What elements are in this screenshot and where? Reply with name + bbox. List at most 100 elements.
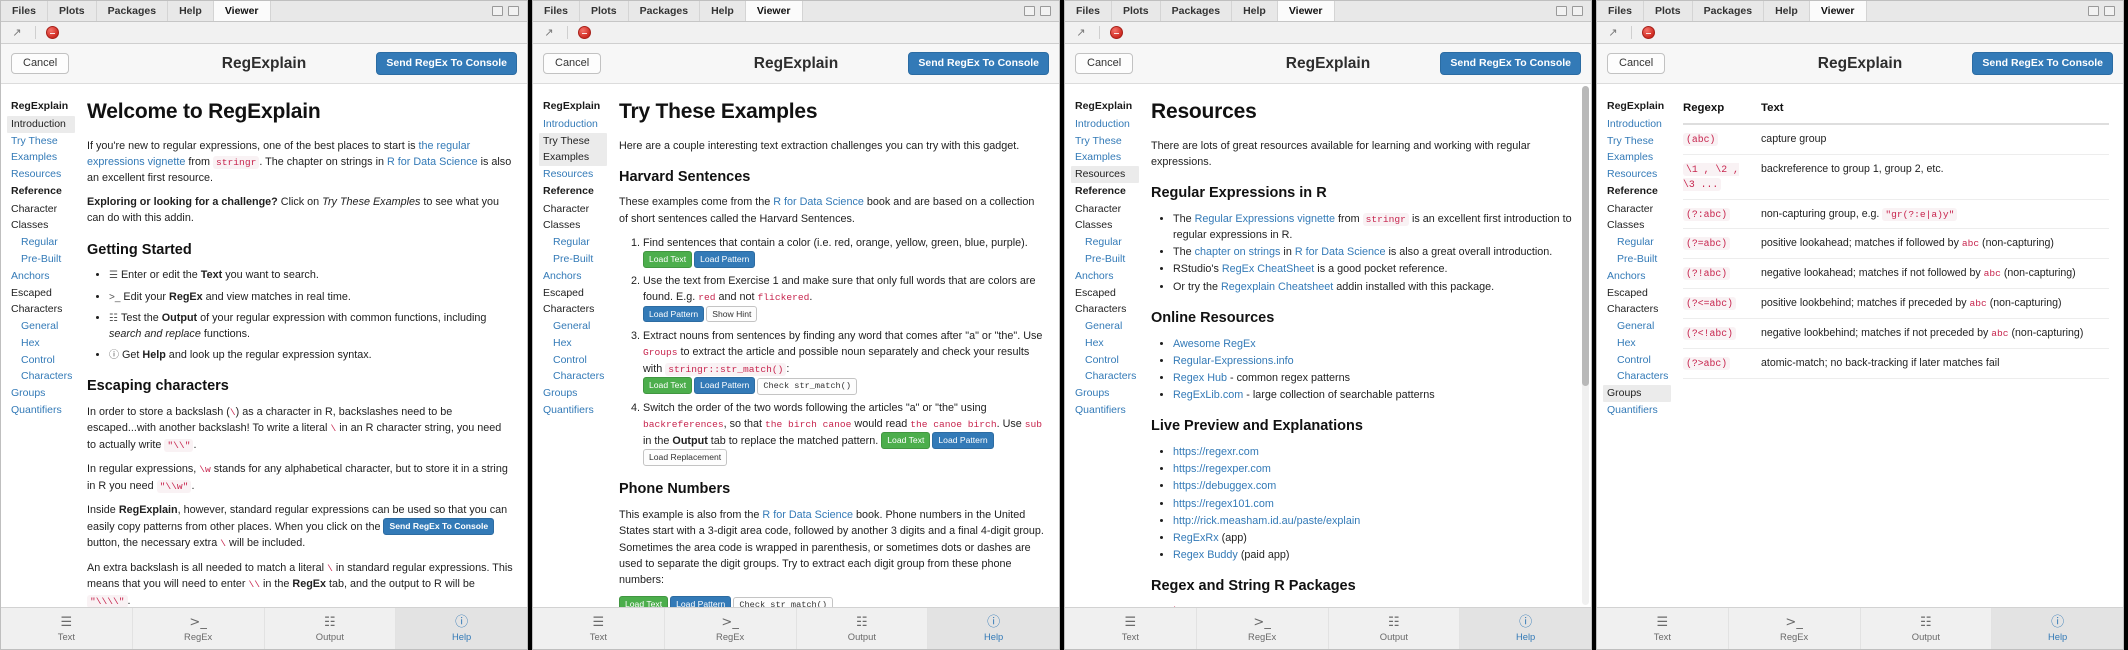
load-replacement-button[interactable]: Load Replacement — [643, 449, 728, 466]
bottom-tab-regex[interactable]: >_ RegEx — [1197, 608, 1329, 649]
sidebar-item-quantifiers[interactable]: Quantifiers — [7, 402, 75, 419]
scrollbar-thumb[interactable] — [1582, 86, 1589, 386]
link-regex101[interactable]: https://regex101.com — [1173, 498, 1274, 510]
load-pattern-button[interactable]: Load Pattern — [643, 305, 705, 323]
load-text-button[interactable]: Load Text — [881, 432, 931, 449]
pane-tab-files[interactable]: Files — [1, 1, 48, 21]
send-regex-to-console-button[interactable]: Send RegEx To Console — [908, 52, 1049, 75]
load-text-button[interactable]: Load Text — [643, 251, 693, 268]
bottom-tab-regex[interactable]: >_ RegEx — [1729, 608, 1861, 649]
sidebar-item-general[interactable]: General — [1603, 318, 1671, 335]
show-hint-button[interactable]: Show Hint — [706, 305, 758, 323]
maximize-pane-icon[interactable] — [1040, 6, 1051, 16]
bottom-tab-text[interactable]: ☰ Text — [1, 608, 133, 649]
pane-tab-packages[interactable]: Packages — [629, 1, 701, 21]
sidebar-item-resources[interactable]: Resources — [1603, 166, 1671, 183]
bottom-tab-regex[interactable]: >_ RegEx — [133, 608, 265, 649]
sidebar-item-control-characters[interactable]: Control Characters — [1603, 352, 1671, 384]
popout-window-icon[interactable]: ↗ — [1073, 26, 1089, 40]
bottom-tab-help[interactable]: ⓘ Help — [1992, 608, 2123, 649]
sidebar-item-regular[interactable]: Regular — [1603, 234, 1671, 251]
sidebar-item-general[interactable]: General — [7, 318, 75, 335]
pane-tab-packages[interactable]: Packages — [1161, 1, 1233, 21]
minimize-pane-icon[interactable] — [2088, 6, 2099, 16]
minimize-pane-icon[interactable] — [1556, 6, 1567, 16]
popout-window-icon[interactable]: ↗ — [9, 26, 25, 40]
sidebar-item-pre-built[interactable]: Pre-Built — [7, 251, 75, 268]
cancel-button[interactable]: Cancel — [11, 53, 70, 74]
pane-tab-viewer[interactable]: Viewer — [745, 1, 803, 21]
load-pattern-button[interactable]: Load Pattern — [932, 432, 994, 449]
link-regexlib[interactable]: RegExLib.com — [1173, 389, 1243, 401]
link-regexrx[interactable]: RegExRx — [1173, 532, 1219, 544]
sidebar-item-groups[interactable]: Groups — [1603, 384, 1671, 402]
sidebar-item-anchors[interactable]: Anchors — [1603, 268, 1671, 285]
sidebar-item-try-these-examples[interactable]: Try These Examples — [1603, 133, 1671, 165]
sidebar-item-groups[interactable]: Groups — [1071, 385, 1139, 402]
pane-tab-plots[interactable]: Plots — [580, 1, 629, 21]
sidebar-item-quantifiers[interactable]: Quantifiers — [1071, 402, 1139, 419]
cancel-button[interactable]: Cancel — [1075, 53, 1134, 74]
pane-tab-plots[interactable]: Plots — [1112, 1, 1161, 21]
link-regular-expressions-info[interactable]: Regular-Expressions.info — [1173, 355, 1294, 367]
sidebar-item-introduction[interactable]: Introduction — [7, 116, 75, 134]
maximize-pane-icon[interactable] — [2104, 6, 2115, 16]
bottom-tab-output[interactable]: ☷ Output — [1861, 608, 1993, 649]
sidebar-item-introduction[interactable]: Introduction — [539, 116, 607, 133]
sidebar-item-introduction[interactable]: Introduction — [1071, 116, 1139, 133]
sidebar-item-pre-built[interactable]: Pre-Built — [1071, 251, 1139, 268]
bottom-tab-help[interactable]: ⓘ Help — [928, 608, 1059, 649]
sidebar-item-try-these-examples[interactable]: Try These Examples — [1071, 133, 1139, 165]
sidebar-item-resources[interactable]: Resources — [7, 166, 75, 183]
maximize-pane-icon[interactable] — [508, 6, 519, 16]
sidebar-item-anchors[interactable]: Anchors — [1071, 268, 1139, 285]
link-measham-explain[interactable]: http://rick.measham.id.au/paste/explain — [1173, 515, 1360, 527]
link-regex-hub[interactable]: Regex Hub — [1173, 372, 1227, 384]
bottom-tab-text[interactable]: ☰ Text — [1597, 608, 1729, 649]
bottom-tab-help[interactable]: ⓘ Help — [1460, 608, 1591, 649]
inline-send-regex-button[interactable]: Send RegEx To Console — [383, 518, 495, 535]
pane-tab-viewer[interactable]: Viewer — [213, 1, 271, 21]
check-str-match-button[interactable]: Check str_match() — [757, 377, 858, 395]
sidebar-item-pre-built[interactable]: Pre-Built — [1603, 251, 1671, 268]
sidebar-item-resources[interactable]: Resources — [1071, 165, 1139, 184]
sidebar-item-quantifiers[interactable]: Quantifiers — [1603, 402, 1671, 419]
sidebar-item-hex[interactable]: Hex — [1071, 335, 1139, 352]
sidebar-item-regular[interactable]: Regular — [7, 234, 75, 251]
check-str-match-button[interactable]: Check str_match() — [733, 597, 834, 607]
sidebar-item-groups[interactable]: Groups — [7, 385, 75, 402]
sidebar-item-hex[interactable]: Hex — [539, 335, 607, 352]
sidebar-item-hex[interactable]: Hex — [1603, 335, 1671, 352]
link-r4ds[interactable]: R for Data Science — [387, 156, 478, 168]
stop-icon[interactable] — [578, 26, 591, 39]
sidebar-item-pre-built[interactable]: Pre-Built — [539, 251, 607, 268]
stop-icon[interactable] — [46, 26, 59, 39]
sidebar-item-control-characters[interactable]: Control Characters — [539, 352, 607, 384]
link-regex-vignette[interactable]: Regular Expressions vignette — [1195, 213, 1335, 225]
sidebar-item-quantifiers[interactable]: Quantifiers — [539, 402, 607, 419]
sidebar-item-general[interactable]: General — [1071, 318, 1139, 335]
sidebar-item-anchors[interactable]: Anchors — [7, 268, 75, 285]
sidebar-item-regular[interactable]: Regular — [539, 234, 607, 251]
link-debuggex[interactable]: https://debuggex.com — [1173, 480, 1276, 492]
link-chapter-on-strings[interactable]: chapter on strings — [1195, 246, 1281, 258]
pane-tab-viewer[interactable]: Viewer — [1809, 1, 1867, 21]
link-regexr[interactable]: https://regexr.com — [1173, 446, 1259, 458]
sidebar-item-try-these-examples[interactable]: Try These Examples — [539, 133, 607, 166]
link-r4ds[interactable]: R for Data Science — [773, 196, 864, 208]
bottom-tab-text[interactable]: ☰ Text — [533, 608, 665, 649]
sidebar-item-general[interactable]: General — [539, 318, 607, 335]
load-pattern-button[interactable]: Load Pattern — [694, 251, 756, 268]
stop-icon[interactable] — [1642, 26, 1655, 39]
pane-tab-viewer[interactable]: Viewer — [1277, 1, 1335, 21]
load-text-button[interactable]: Load Text — [619, 596, 669, 607]
link-r4ds[interactable]: R for Data Science — [762, 509, 853, 521]
link-regexper[interactable]: https://regexper.com — [1173, 463, 1271, 475]
bottom-tab-output[interactable]: ☷ Output — [797, 608, 929, 649]
link-r4ds[interactable]: R for Data Science — [1295, 246, 1386, 258]
sidebar-item-control-characters[interactable]: Control Characters — [1071, 352, 1139, 384]
bottom-tab-regex[interactable]: >_ RegEx — [665, 608, 797, 649]
send-regex-to-console-button[interactable]: Send RegEx To Console — [1972, 52, 2113, 75]
sidebar-item-try-these-examples[interactable]: Try These Examples — [7, 133, 75, 165]
link-regexplain-cheatsheet[interactable]: Regexplain Cheatsheet — [1221, 281, 1333, 293]
